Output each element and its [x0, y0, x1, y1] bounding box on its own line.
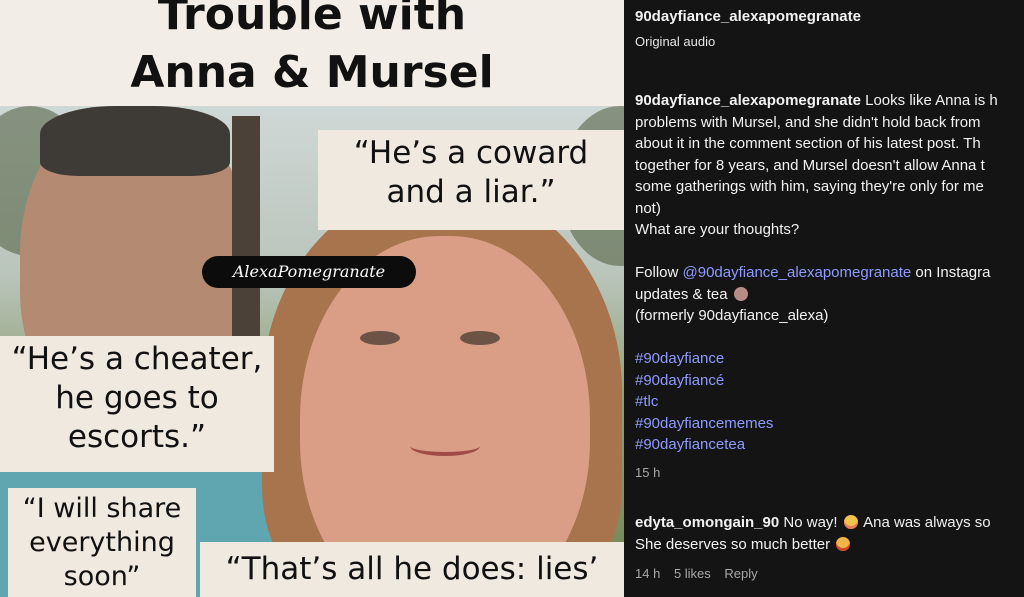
quote-cheater: “He’s a cheater, he goes to escorts.”: [0, 336, 274, 472]
caption-line: problems with Mursel, and she didn't hol…: [635, 113, 981, 131]
comment-line-2: She deserves so much better: [635, 534, 991, 556]
caption-line: (formerly 90dayfiance_alexa): [635, 307, 829, 324]
woman-mouth: [410, 436, 480, 456]
hashtag-link[interactable]: #90dayfiancememes: [635, 413, 998, 435]
hashtag-link[interactable]: #90dayfiancetea: [635, 434, 998, 456]
quote-line: and a liar.”: [386, 174, 556, 210]
audio-label[interactable]: Original audio: [635, 31, 715, 53]
comment-line-1: edyta_omongain_90 No way! Ana was always…: [635, 512, 991, 534]
flushed-face-icon: [843, 515, 858, 529]
caption-author-username[interactable]: 90dayfiance_alexapomegranate: [635, 92, 861, 109]
caption-line: not): [635, 199, 661, 217]
man-hair: [40, 106, 230, 176]
quote-line: everything: [29, 527, 175, 558]
quote-coward: “He’s a coward and a liar.”: [318, 130, 624, 230]
caption-line: What are your thoughts?: [635, 221, 800, 238]
wooden-pole: [232, 116, 260, 366]
updates-text: updates & tea: [635, 285, 728, 303]
hashtag-link[interactable]: #90dayfiance: [635, 348, 998, 370]
post-title: Trouble with Anna & Mursel: [0, 0, 624, 102]
comment-text: She deserves so much better: [635, 535, 831, 553]
post-caption: 90dayfiance_alexapomegranate Looks like …: [635, 90, 998, 456]
post-author-username[interactable]: 90dayfiance_alexapomegranate: [635, 6, 861, 28]
quote-line: “He’s a cheater,: [11, 341, 263, 377]
hashtag-link[interactable]: #tlc: [635, 391, 998, 413]
comment-likes[interactable]: 5 likes: [674, 566, 711, 581]
tea-cup-icon: [733, 286, 748, 301]
quote-lies: “That’s all he does: lies’: [200, 542, 624, 597]
comment-author-username[interactable]: edyta_omongain_90: [635, 514, 779, 531]
watermark-label: AlexaPomegranate: [202, 256, 416, 288]
pleading-face-icon: [836, 536, 851, 551]
woman-eye: [360, 331, 400, 345]
caption-line: together for 8 years, and Mursel doesn't…: [635, 156, 985, 174]
caption-follow-line: Follow @90dayfiance_alexapomegranate on …: [635, 262, 998, 284]
quote-line: he goes to: [55, 380, 219, 416]
comment-meta: 14 h 5 likes Reply: [635, 563, 768, 585]
caption-line-1: 90dayfiance_alexapomegranate Looks like …: [635, 90, 998, 112]
post-title-line: Anna & Mursel: [130, 47, 494, 98]
comment-text: No way!: [783, 514, 838, 531]
quote-line: “He’s a coward: [353, 135, 589, 171]
comment-item: edyta_omongain_90 No way! Ana was always…: [635, 512, 991, 555]
comment-text: Ana was always so: [863, 514, 991, 531]
caption-line: about it in the comment section of his l…: [635, 135, 981, 152]
mention-link[interactable]: @90dayfiance_alexapomegranate: [683, 264, 912, 281]
caption-line: some gatherings with him, saying they're…: [635, 178, 984, 195]
caption-timestamp[interactable]: 15 h: [635, 462, 660, 484]
follow-prefix: Follow: [635, 264, 683, 281]
reply-button[interactable]: Reply: [724, 566, 757, 581]
follow-suffix: on Instagra: [911, 264, 991, 281]
comments-panel: 90dayfiance_alexapomegranate Original au…: [624, 0, 1024, 597]
comment-timestamp[interactable]: 14 h: [635, 566, 660, 581]
hashtag-link[interactable]: #90dayfiancé: [635, 370, 998, 392]
caption-line: updates & tea: [635, 284, 998, 306]
quote-line: “I will share: [22, 493, 182, 524]
quote-share: “I will share everything soon”: [8, 488, 196, 597]
post-image[interactable]: Trouble with Anna & Mursel “He’s a cowar…: [0, 0, 624, 597]
caption-text: Looks like Anna is h: [865, 92, 998, 109]
post-title-line: Trouble with: [157, 0, 467, 40]
woman-eye: [460, 331, 500, 345]
quote-line: escorts.”: [67, 419, 207, 455]
quote-line: soon”: [63, 561, 141, 592]
